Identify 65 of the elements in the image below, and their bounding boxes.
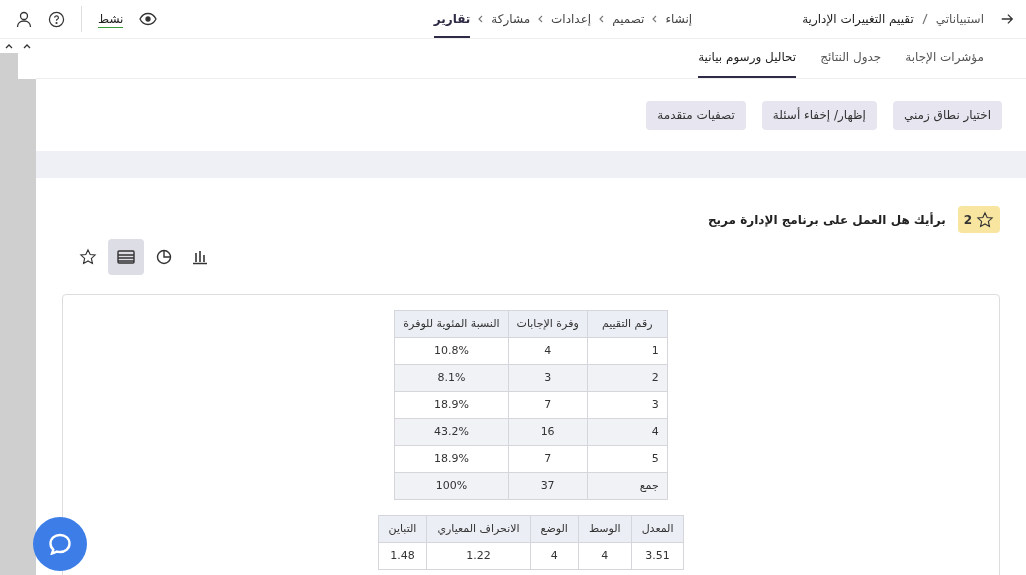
filter-button[interactable]: تصفيات متقدمة: [646, 100, 746, 130]
report-tab[interactable]: مؤشرات الإجابة: [905, 48, 984, 78]
table-header-cell: المعدل: [631, 515, 684, 543]
table-cell: 8.1%: [394, 364, 509, 392]
table-cell: 4: [587, 418, 668, 446]
table-cell: 3: [587, 391, 668, 419]
table-cell: 3.51: [631, 542, 684, 570]
user-icon[interactable]: [16, 10, 32, 28]
table-cell: 18.9%: [394, 445, 509, 473]
table-cell: 43.2%: [394, 418, 509, 446]
status-label[interactable]: نشط: [98, 10, 124, 28]
table-header-cell: الانحراف المعياري: [426, 515, 531, 543]
table-cell: 4: [508, 337, 588, 365]
table-cell: 4: [530, 542, 579, 570]
chat-bubble-icon: [48, 533, 72, 555]
step-tab[interactable]: إنشاء: [665, 0, 693, 38]
chevron-icon: [538, 15, 544, 23]
table-cell: 16: [508, 418, 588, 446]
filter-button[interactable]: اختيار نطاق زمني: [892, 100, 1002, 130]
table-header-cell: النسبة المئوية للوفرة: [394, 310, 509, 338]
filter-button[interactable]: إظهار/ إخفاء أسئلة: [761, 100, 877, 130]
slash-icon: [921, 13, 928, 25]
chevron-icon: [478, 15, 484, 23]
star-icon: [79, 248, 97, 266]
table-icon: [117, 249, 135, 265]
table-cell: 3: [508, 364, 588, 392]
report-tab[interactable]: تحاليل ورسوم بيانية: [698, 48, 797, 78]
pie-chart-icon: [156, 249, 172, 265]
table-cell: 1: [587, 337, 668, 365]
table-cell: 37: [508, 472, 588, 500]
table-header-cell: الوضع: [530, 515, 579, 543]
survey-title: تقييم التغييرات الإدارية: [802, 11, 914, 28]
table-header-cell: رقم التقييم: [587, 310, 668, 338]
table-cell: 2: [587, 364, 668, 392]
help-icon[interactable]: [48, 10, 65, 28]
step-tab[interactable]: تقارير: [433, 0, 471, 38]
table-header-cell: وفرة الإجابات: [508, 310, 588, 338]
report-tab[interactable]: جدول النتائج: [820, 48, 882, 78]
table-cell: 7: [508, 445, 588, 473]
chat-button[interactable]: [33, 517, 87, 571]
table-cell: 18.9%: [394, 391, 509, 419]
breadcrumb-link[interactable]: استبياناتي: [935, 10, 984, 28]
step-tab[interactable]: تصميم: [612, 0, 645, 38]
table-cell: 4: [578, 542, 632, 570]
star-icon: [976, 210, 994, 229]
view-toggle-button[interactable]: [108, 239, 144, 275]
table-cell: 5: [587, 445, 668, 473]
chevron-icon: [599, 15, 605, 23]
table-cell: 1.22: [426, 542, 531, 570]
question-text: برأيك هل العمل على برنامج الإدارة مريح: [707, 211, 946, 229]
back-arrow-icon[interactable]: [1000, 12, 1014, 26]
table-cell: جمع: [587, 472, 668, 500]
question-number: 2: [963, 211, 972, 229]
table-cell: 7: [508, 391, 588, 419]
table-header-cell: التباين: [378, 515, 427, 543]
chevron-icon: [652, 15, 658, 23]
table-cell: 100%: [394, 472, 509, 500]
table-header-cell: الوسط: [578, 515, 632, 543]
scroll-up-icon[interactable]: [0, 39, 18, 53]
bar-chart-icon: [192, 249, 208, 265]
table-cell: 10.8%: [394, 337, 509, 365]
step-tab[interactable]: مشاركة: [491, 0, 531, 38]
table-cell: 1.48: [378, 542, 427, 570]
eye-icon[interactable]: [139, 12, 158, 26]
step-tab[interactable]: إعدادات: [551, 0, 592, 38]
